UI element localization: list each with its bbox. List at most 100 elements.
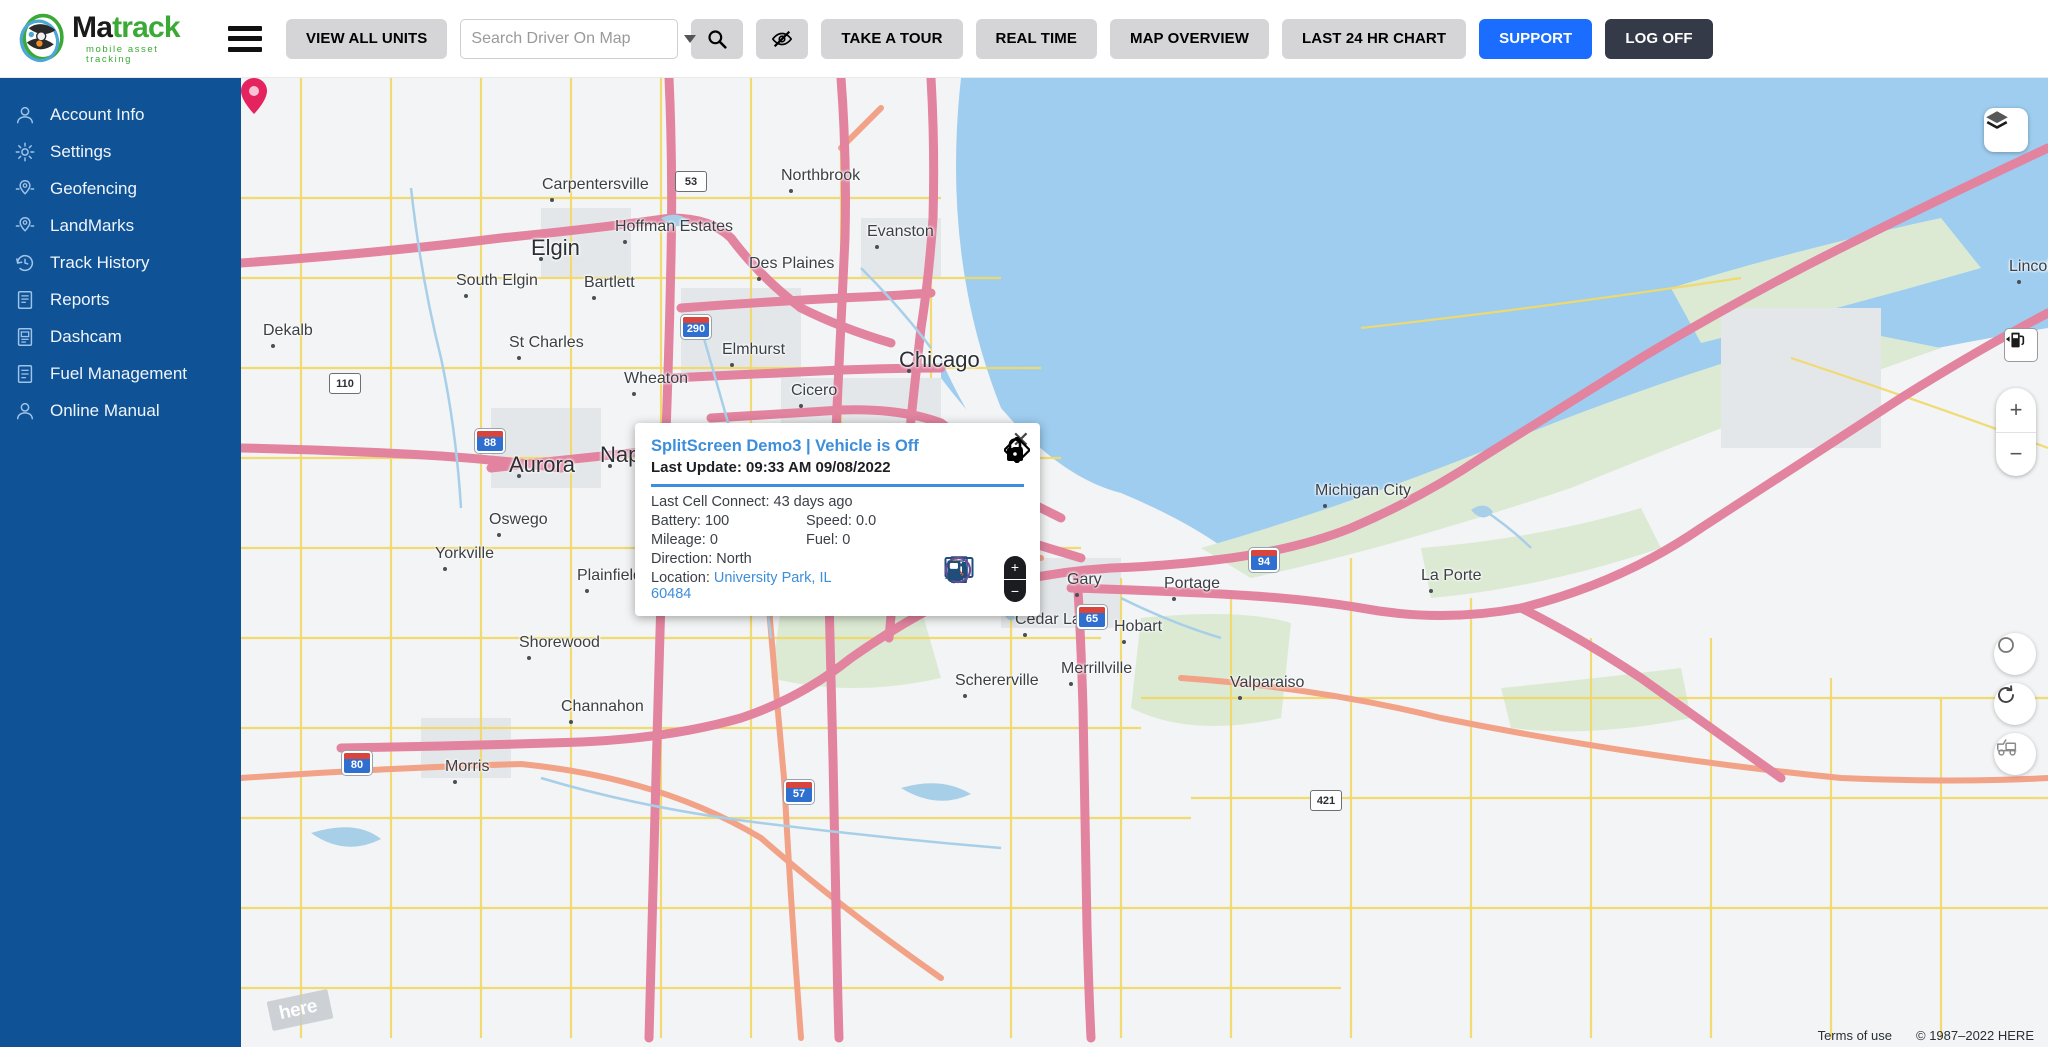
row-value: 0 xyxy=(842,532,851,548)
terms-of-use-link[interactable]: Terms of use xyxy=(1818,1028,1892,1043)
popup-row-mileage: Mileage: 0 xyxy=(651,532,806,548)
popup-row-battery: Battery: 100 xyxy=(651,513,806,529)
landmark-pin-icon xyxy=(14,215,48,237)
route-shield: 88 xyxy=(475,429,505,453)
history-clock-icon xyxy=(14,252,48,274)
route-shield: 421 xyxy=(1310,790,1342,811)
row-label: Fuel: xyxy=(806,532,839,548)
directions-diamond-icon[interactable] xyxy=(1004,437,1030,463)
sidebar-item-settings[interactable]: Settings xyxy=(0,133,241,170)
support-button[interactable]: SUPPORT xyxy=(1479,18,1593,59)
sidebar-item-landmarks[interactable]: LandMarks xyxy=(0,207,241,244)
popup-row-location: Location: University Park, IL 60484 xyxy=(651,570,831,602)
map-layers-button[interactable] xyxy=(1984,108,2028,152)
popup-divider xyxy=(651,484,1024,487)
map-canvas[interactable]: Carpentersville Northbrook Hoffman Estates… xyxy=(241,78,2048,1047)
popup-plus-minus-control[interactable]: + − xyxy=(1004,556,1026,602)
map-attribution: Terms of use © 1987–2022 HERE xyxy=(1818,1028,2034,1043)
map-overview-button[interactable]: MAP OVERVIEW xyxy=(1109,18,1269,59)
recenter-circle-icon xyxy=(1998,637,2014,653)
row-value: North xyxy=(716,551,752,567)
popup-row-speed: Speed: 0.0 xyxy=(806,513,1024,529)
popup-plus-button[interactable]: + xyxy=(1004,556,1026,580)
take-a-tour-button[interactable]: TAKE A TOUR xyxy=(821,18,963,59)
last-update-label: Last Update: xyxy=(651,459,742,476)
user-icon xyxy=(14,104,48,126)
report-document-icon xyxy=(14,289,48,311)
sidebar-item-label: Fuel Management xyxy=(50,363,188,383)
map-tiles xyxy=(241,78,2048,1047)
row-value: 0.0 xyxy=(856,513,877,529)
eye-slash-icon xyxy=(772,30,793,47)
manual-user-icon xyxy=(14,400,48,422)
popup-minus-button[interactable]: − xyxy=(1004,580,1026,603)
map-layers-icon xyxy=(1986,111,2008,129)
sidebar-item-geofencing[interactable]: Geofencing xyxy=(0,170,241,207)
main-sidebar: Account Info Settings Geofencing LandMar… xyxy=(0,78,241,1047)
hide-labels-button[interactable] xyxy=(756,18,809,59)
fuel-report-icon xyxy=(14,363,48,385)
row-value: 0 xyxy=(709,532,718,548)
tow-truck-icon xyxy=(1996,739,2017,756)
route-shield: 80 xyxy=(342,751,372,775)
popup-row-fuel: Fuel: 0 xyxy=(806,532,1024,548)
sidebar-item-label: Reports xyxy=(50,289,110,309)
refresh-icon xyxy=(1998,685,2014,703)
row-label: Direction: xyxy=(651,551,713,567)
route-shield: 290 xyxy=(681,315,711,339)
popup-action-icons: + − xyxy=(944,556,1026,602)
sidebar-item-dashcam[interactable]: Dashcam xyxy=(0,318,241,355)
last-24-hr-chart-button[interactable]: LAST 24 HR CHART xyxy=(1282,18,1467,59)
sidebar-item-label: Online Manual xyxy=(50,400,160,420)
route-shield: 53 xyxy=(675,171,707,192)
map-refresh-button[interactable] xyxy=(1994,683,2036,725)
map-recenter-button[interactable] xyxy=(1994,633,2036,675)
row-value: 100 xyxy=(705,513,730,529)
sidebar-item-fuel-management[interactable]: Fuel Management xyxy=(0,355,241,392)
row-label: Mileage: xyxy=(651,532,706,548)
gear-icon xyxy=(14,141,48,163)
sidebar-item-reports[interactable]: Reports xyxy=(0,281,241,318)
fuel-pump-icon xyxy=(2005,332,2025,348)
log-off-button[interactable]: LOG OFF xyxy=(1605,18,1713,59)
sidebar-item-account-info[interactable]: Account Info xyxy=(0,96,241,133)
sidebar-item-label: Settings xyxy=(50,141,112,161)
sidebar-item-label: Track History xyxy=(50,252,150,272)
brand-name-part2: track xyxy=(112,11,181,44)
fuel-stations-button[interactable] xyxy=(2004,328,2038,362)
vehicle-info-popup: ✕ SplitScreen Demo3 | Vehicle is Off Las… xyxy=(635,423,1040,616)
search-driver-combobox[interactable] xyxy=(460,18,697,59)
search-button[interactable] xyxy=(691,18,744,59)
zoom-in-button[interactable]: + xyxy=(1996,388,2036,433)
map-zoom-control[interactable]: + − xyxy=(1996,388,2036,476)
view-all-units-button[interactable]: VIEW ALL UNITS xyxy=(286,18,448,59)
row-label: Last Cell Connect: xyxy=(651,494,770,510)
top-navigation-bar: Matrack mobile asset tracking VIEW ALL U… xyxy=(0,0,2048,78)
popup-last-update: Last Update: 09:33 AM 09/08/2022 xyxy=(651,459,1024,476)
hamburger-menu-icon[interactable] xyxy=(228,25,262,52)
map-copyright: © 1987–2022 HERE xyxy=(1916,1028,2034,1043)
brand-logo[interactable]: Matrack mobile asset tracking xyxy=(16,12,206,66)
globe-tracking-icon xyxy=(19,13,64,62)
route-shield: 110 xyxy=(329,373,361,394)
brand-tagline: mobile asset tracking xyxy=(86,44,159,65)
sidebar-item-label: Geofencing xyxy=(50,178,137,198)
popup-title: SplitScreen Demo3 | Vehicle is Off xyxy=(651,437,919,455)
sidebar-item-label: Account Info xyxy=(50,104,145,124)
route-shield: 94 xyxy=(1249,548,1279,572)
vehicle-location-pin[interactable] xyxy=(241,78,267,114)
row-label: Location: xyxy=(651,570,710,586)
brand-name-part1: Ma xyxy=(72,11,113,44)
zoom-out-button[interactable]: − xyxy=(1996,433,2036,477)
search-input[interactable] xyxy=(471,29,679,48)
row-label: Speed: xyxy=(806,513,852,529)
chevron-down-icon[interactable] xyxy=(684,34,697,43)
row-value: 43 days ago xyxy=(773,494,853,510)
sidebar-item-track-history[interactable]: Track History xyxy=(0,244,241,281)
sidebar-item-online-manual[interactable]: Online Manual xyxy=(0,392,241,429)
route-shield: 57 xyxy=(784,780,814,804)
route-shield: 65 xyxy=(1077,605,1107,629)
real-time-button[interactable]: REAL TIME xyxy=(975,18,1097,59)
tow-truck-button[interactable] xyxy=(1994,733,2036,775)
dashcam-icon xyxy=(14,326,48,348)
